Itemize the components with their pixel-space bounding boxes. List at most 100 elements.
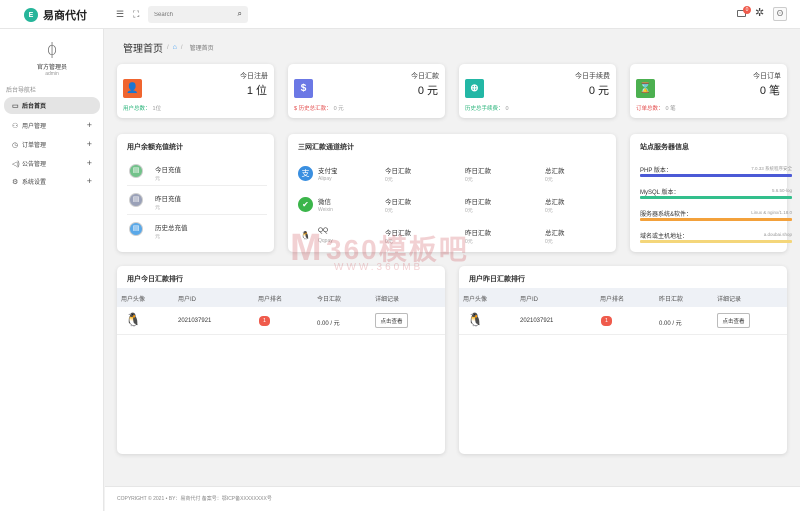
channel-col-value: 0元 <box>385 239 393 245</box>
sidebar-item-announcements[interactable]: ◁) 公告管理 + <box>4 155 100 172</box>
home-icon[interactable]: ⌂ <box>173 44 177 51</box>
column-header: 用户排名 <box>258 297 283 303</box>
sidebar-item-home[interactable]: ▭ 后台首页 <box>4 97 100 114</box>
stat-sub-label: 用户总数： <box>123 106 151 112</box>
brand-name: 易商代付 <box>43 10 87 22</box>
server-label: PHP 版本： <box>640 168 672 174</box>
user-id: 2021037921 <box>520 318 554 324</box>
page-title: 管理首页 <box>123 44 163 55</box>
stat-sub-value: 0 元 <box>333 106 344 112</box>
stat-title: 今日手续费 <box>575 73 610 80</box>
sidebar-item-orders[interactable]: ◷ 订单管理 + <box>4 136 100 153</box>
channel-row-wechat: ✔ 微信 Weixin 今日汇款 0元 昨日汇款 0元 总汇款 0元 <box>298 193 628 221</box>
expand-plus-icon[interactable]: + <box>87 120 92 130</box>
stat-value: 0 元 <box>588 85 609 97</box>
recharge-stats-card: 用户余额充值统计 ▤ 今日充值 元 ▤ 昨日充值 元 ▤ 历史总充值 元 <box>117 134 274 252</box>
stat-sub-label: 订单总数： <box>636 106 664 112</box>
menu-toggle-icon[interactable]: ☰ <box>116 8 124 20</box>
recharge-label: 今日充值 <box>155 167 181 174</box>
sidebar: ᛰ 官方管理员 admin 后台导航栏 ▭ 后台首页 ⚇ 用户管理 + ◷ 订单… <box>0 29 104 511</box>
footer-copyright: COPYRIGHT © 2021 • BY：易商代付 备案号：鄂ICP备XXXX… <box>117 496 272 502</box>
recharge-value: 元 <box>155 176 161 182</box>
yesterday-rank-card: 用户昨日汇款排行 用户头像 用户ID 用户排名 昨日汇款 详细记录 🐧 2021… <box>459 266 787 454</box>
recharge-value: 元 <box>155 205 161 211</box>
qq-icon: 🐧 <box>298 228 313 243</box>
server-value: 5.6.50-log <box>771 188 792 193</box>
list-item: ▤ 历史总充值 元 <box>127 216 267 244</box>
clock-icon: ◷ <box>12 141 19 149</box>
wallet-icon: ▤ <box>129 222 143 236</box>
view-detail-button[interactable]: 点击查看 <box>375 313 408 328</box>
sidebar-user-name: 官方管理员 <box>36 65 67 71</box>
breadcrumb-separator: / <box>180 44 183 51</box>
stat-subtitle: $ 历史总汇款： 0 元 <box>294 104 344 112</box>
wallet-icon: ▤ <box>129 193 143 207</box>
channel-col-value: 0元 <box>385 177 393 183</box>
top-bar: E 易商代付 ☰ ⛶ ⌕ 0 ✲ ʘ <box>0 0 800 29</box>
sidebar-item-label: 订单管理 <box>22 143 47 149</box>
gear-icon[interactable]: ✲ <box>755 7 764 19</box>
server-value: 7.0.33 系统程序安全 <box>751 166 792 171</box>
user-avatar[interactable]: ʘ <box>773 7 787 21</box>
qq-avatar-icon: 🐧 <box>467 312 484 327</box>
sidebar-item-label: 后台首页 <box>22 104 47 110</box>
channel-col-value: 0元 <box>545 239 553 245</box>
channel-name: QQ <box>318 227 329 234</box>
server-value: a.doubai.shop <box>763 232 792 237</box>
sidebar-section-title: 后台导航栏 <box>6 88 37 94</box>
server-row-domain: 域名或主机地址： a.doubai.shop <box>640 228 792 250</box>
column-header: 详细记录 <box>717 297 742 303</box>
server-row-php: PHP 版本： 7.0.33 系统程序安全 <box>640 162 792 184</box>
brand-logo[interactable]: E 易商代付 <box>24 7 87 23</box>
channel-col-label: 总汇款 <box>545 199 565 206</box>
server-info-card: 站点服务器信息 PHP 版本： 7.0.33 系统程序安全 MySQL 版本： … <box>630 134 792 252</box>
stat-subtitle: 用户总数： 1位 <box>123 104 161 112</box>
search-icon[interactable]: ⌕ <box>238 9 242 19</box>
rank-badge: 1 <box>259 316 270 326</box>
monitor-icon: ▭ <box>12 102 19 110</box>
channel-col-label: 今日汇款 <box>385 199 411 206</box>
stat-subtitle: 历史总手续费： 0 <box>465 104 509 112</box>
hourglass-icon: ⌛ <box>636 79 655 98</box>
alipay-icon: 支 <box>298 166 313 181</box>
user-id: 2021037921 <box>178 318 212 324</box>
table-row: 🐧 2021037921 1 0.00 / 元 点击查看 <box>459 307 787 335</box>
stat-title: 今日汇款 <box>411 73 439 80</box>
column-header: 昨日汇款 <box>659 297 684 303</box>
channel-col-value: 0元 <box>465 239 473 245</box>
server-label: 域名或主机地址： <box>640 234 689 240</box>
server-row-mysql: MySQL 版本： 5.6.50-log <box>640 184 792 206</box>
user-icon: 👤 <box>123 79 142 98</box>
channel-name: 微信 <box>318 199 331 206</box>
channel-stats-card: 三网汇款通道统计 支 支付宝 Alipay 今日汇款 0元 昨日汇款 0元 总汇… <box>288 134 616 252</box>
search-input[interactable] <box>154 10 224 20</box>
stat-subtitle: 订单总数： 0 笔 <box>636 104 676 112</box>
recharge-value: 元 <box>155 234 161 240</box>
fullscreen-icon[interactable]: ⛶ <box>133 8 139 20</box>
wallet-icon: ▤ <box>129 164 143 178</box>
channel-sub: Qqpay <box>318 238 333 244</box>
stat-sub-value: 0 <box>505 106 509 112</box>
expand-plus-icon[interactable]: + <box>87 176 92 186</box>
sidebar-user-role: admin <box>45 71 59 77</box>
user-icon: ⚇ <box>12 122 19 130</box>
wechat-icon: ✔ <box>298 197 313 212</box>
channel-col-value: 0元 <box>545 208 553 214</box>
view-detail-button[interactable]: 点击查看 <box>717 313 750 328</box>
server-row-os: 服务器系统&软件： Linux & nginx/1.18.0 <box>640 206 792 228</box>
list-item: ▤ 今日充值 元 <box>127 158 267 186</box>
sidebar-item-settings[interactable]: ⚙ 系统设置 + <box>4 173 100 190</box>
server-label: 服务器系统&软件： <box>640 212 693 218</box>
stat-value: 0 笔 <box>759 85 780 97</box>
server-bar <box>640 174 792 177</box>
channel-col-label: 昨日汇款 <box>465 230 491 237</box>
expand-plus-icon[interactable]: + <box>87 158 92 168</box>
stat-title: 今日注册 <box>240 73 268 80</box>
sidebar-item-label: 系统设置 <box>22 180 47 186</box>
server-bar <box>640 196 792 199</box>
column-header: 用户排名 <box>600 297 625 303</box>
sidebar-item-users[interactable]: ⚇ 用户管理 + <box>4 117 100 134</box>
expand-plus-icon[interactable]: + <box>87 139 92 149</box>
column-header: 用户ID <box>520 297 539 303</box>
stat-card-remittance: $ 今日汇款 0 元 $ 历史总汇款： 0 元 <box>288 64 445 118</box>
